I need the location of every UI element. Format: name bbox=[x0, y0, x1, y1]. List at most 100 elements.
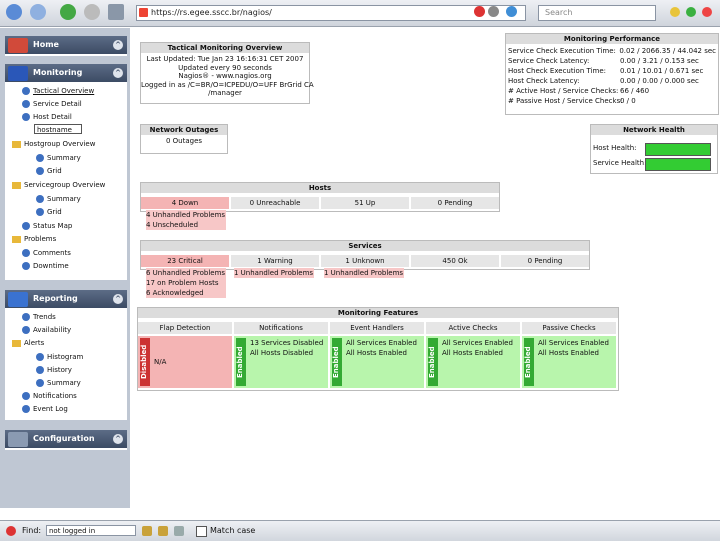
performance-value[interactable]: 66 / 460 bbox=[620, 86, 649, 96]
nav-history[interactable]: History bbox=[36, 366, 72, 374]
feature-detail[interactable]: All Services Enabled bbox=[346, 339, 417, 347]
feature-cell: Enabled 13 Services Disabled All Hosts Dis… bbox=[234, 336, 328, 388]
nav-servicegroup-summary[interactable]: Summary bbox=[36, 195, 81, 203]
nav-hostgroup-summary[interactable]: Summary bbox=[36, 154, 81, 162]
collapse-icon[interactable]: ^ bbox=[113, 434, 123, 444]
nav-service-detail[interactable]: Service Detail bbox=[22, 100, 82, 108]
feature-detail[interactable]: All Hosts Enabled bbox=[538, 349, 599, 357]
forward-button[interactable] bbox=[30, 4, 46, 20]
performance-value[interactable]: 0.02 / 2066.35 / 44.042 sec bbox=[619, 46, 716, 56]
feature-detail[interactable]: All Services Enabled bbox=[442, 339, 513, 347]
nav-trends[interactable]: Trends bbox=[22, 313, 56, 321]
services-ok[interactable]: 450 Ok bbox=[411, 255, 499, 267]
url-bar[interactable]: https://rs.egee.sscc.br/nagios/ bbox=[136, 5, 526, 21]
features-box: Monitoring Features Flap Detection Disabl… bbox=[137, 307, 619, 391]
feature-state[interactable]: Enabled bbox=[332, 338, 342, 386]
services-warning-unhandled[interactable]: 1 Unhandled Problems bbox=[234, 268, 314, 278]
home-header[interactable]: Home ^ bbox=[5, 36, 127, 54]
nav-hostgroup-grid[interactable]: Grid bbox=[36, 167, 62, 175]
hosts-unhandled[interactable]: 4 Unhandled Problems bbox=[146, 210, 226, 220]
feature-state[interactable]: Enabled bbox=[236, 338, 246, 386]
reporting-header[interactable]: Reporting ^ bbox=[5, 290, 127, 308]
feature-detail[interactable]: All Hosts Enabled bbox=[442, 349, 503, 357]
feature-state[interactable]: Enabled bbox=[524, 338, 534, 386]
services-unknown[interactable]: 1 Unknown bbox=[321, 255, 409, 267]
services-critical-unhandled[interactable]: 6 Unhandled Problems bbox=[146, 268, 226, 278]
services-unknown-unhandled[interactable]: 1 Unhandled Problems bbox=[324, 268, 404, 278]
hosts-unscheduled[interactable]: 4 Unscheduled bbox=[146, 220, 226, 230]
performance-label: # Active Host / Service Checks: bbox=[508, 87, 619, 95]
services-acknowledged[interactable]: 6 Acknowledged bbox=[146, 288, 226, 298]
monitoring-panel: Monitoring ^ bbox=[5, 64, 127, 280]
nav-comments[interactable]: Comments bbox=[22, 249, 71, 257]
find-previous-icon[interactable] bbox=[158, 526, 168, 536]
feature-detail[interactable]: All Hosts Enabled bbox=[346, 349, 407, 357]
nav-histogram[interactable]: Histogram bbox=[36, 353, 83, 361]
hosts-unreachable[interactable]: 0 Unreachable bbox=[231, 197, 319, 209]
back-button[interactable] bbox=[6, 4, 22, 20]
performance-value[interactable]: 0.01 / 10.01 / 0.671 sec bbox=[620, 66, 703, 76]
services-pending[interactable]: 0 Pending bbox=[501, 255, 589, 267]
configuration-header[interactable]: Configuration ^ bbox=[5, 430, 127, 448]
nav-tactical-overview[interactable]: Tactical Overview bbox=[22, 87, 94, 95]
match-case-checkbox[interactable] bbox=[196, 526, 207, 537]
services-critical[interactable]: 23 Critical bbox=[141, 255, 229, 267]
nav-event-log[interactable]: Event Log bbox=[22, 405, 68, 413]
collapse-icon[interactable]: ^ bbox=[113, 294, 123, 304]
feature-state[interactable]: Disabled bbox=[140, 338, 150, 386]
monitor-icon bbox=[8, 66, 28, 81]
nav-label: Problems bbox=[24, 235, 57, 243]
find-input[interactable]: not logged in bbox=[46, 525, 136, 536]
nav-label: Alerts bbox=[24, 339, 45, 347]
feature-header[interactable]: Event Handlers bbox=[330, 322, 424, 334]
outages-value[interactable]: 0 Outages bbox=[141, 135, 227, 145]
hosts-down[interactable]: 4 Down bbox=[141, 197, 229, 209]
feature-header[interactable]: Notifications bbox=[234, 322, 328, 334]
highlight-icon[interactable] bbox=[174, 526, 184, 536]
nav-label: Availability bbox=[33, 326, 72, 334]
nav-servicegroup-grid[interactable]: Grid bbox=[36, 208, 62, 216]
collapse-icon[interactable]: ^ bbox=[113, 68, 123, 78]
feature-header[interactable]: Flap Detection bbox=[138, 322, 232, 334]
feature-detail[interactable]: All Hosts Disabled bbox=[250, 349, 313, 357]
monitoring-header[interactable]: Monitoring ^ bbox=[5, 64, 127, 82]
go-icon[interactable] bbox=[506, 6, 517, 17]
hosts-pending[interactable]: 0 Pending bbox=[411, 197, 499, 209]
hostname-field[interactable]: hostname bbox=[34, 124, 82, 134]
home-button[interactable] bbox=[108, 4, 124, 20]
find-next-icon[interactable] bbox=[142, 526, 152, 536]
nav-status-map[interactable]: Status Map bbox=[22, 222, 72, 230]
maximize-button[interactable] bbox=[686, 7, 696, 17]
performance-value[interactable]: 0.00 / 3.21 / 0.153 sec bbox=[620, 56, 699, 66]
performance-value[interactable]: 0 / 0 bbox=[620, 96, 636, 106]
feature-detail[interactable]: All Services Enabled bbox=[538, 339, 609, 347]
feature-detail[interactable]: 13 Services Disabled bbox=[250, 339, 323, 347]
performance-value[interactable]: 0.00 / 0.00 / 0.000 sec bbox=[620, 76, 699, 86]
nav-notifications[interactable]: Notifications bbox=[22, 392, 77, 400]
security-icon[interactable] bbox=[474, 6, 485, 17]
nav-downtime[interactable]: Downtime bbox=[22, 262, 69, 270]
hosts-up[interactable]: 51 Up bbox=[321, 197, 409, 209]
feature-state[interactable]: Enabled bbox=[428, 338, 438, 386]
nav-problems[interactable]: Problems bbox=[12, 235, 56, 243]
services-warning[interactable]: 1 Warning bbox=[231, 255, 319, 267]
stop-button[interactable] bbox=[84, 4, 100, 20]
feature-detail[interactable]: N/A bbox=[154, 358, 166, 366]
close-find-icon[interactable] bbox=[6, 526, 16, 536]
collapse-icon[interactable]: ^ bbox=[113, 40, 123, 50]
nav-alerts[interactable]: Alerts bbox=[12, 339, 44, 347]
nav-label: Host Detail bbox=[33, 113, 72, 121]
feature-header[interactable]: Passive Checks bbox=[522, 322, 616, 334]
close-button[interactable] bbox=[702, 7, 712, 17]
nav-availability[interactable]: Availability bbox=[22, 326, 71, 334]
dropdown-icon[interactable] bbox=[488, 6, 499, 17]
nav-alert-summary[interactable]: Summary bbox=[36, 379, 81, 387]
reload-button[interactable] bbox=[60, 4, 76, 20]
nav-hostgroup-overview[interactable]: Hostgroup Overview bbox=[12, 140, 95, 148]
nav-servicegroup-overview[interactable]: Servicegroup Overview bbox=[12, 181, 105, 189]
search-input[interactable]: Search bbox=[538, 5, 656, 21]
minimize-button[interactable] bbox=[670, 7, 680, 17]
services-on-problem-hosts[interactable]: 17 on Problem Hosts bbox=[146, 278, 226, 288]
feature-header[interactable]: Active Checks bbox=[426, 322, 520, 334]
nav-host-detail[interactable]: Host Detail bbox=[22, 113, 72, 121]
